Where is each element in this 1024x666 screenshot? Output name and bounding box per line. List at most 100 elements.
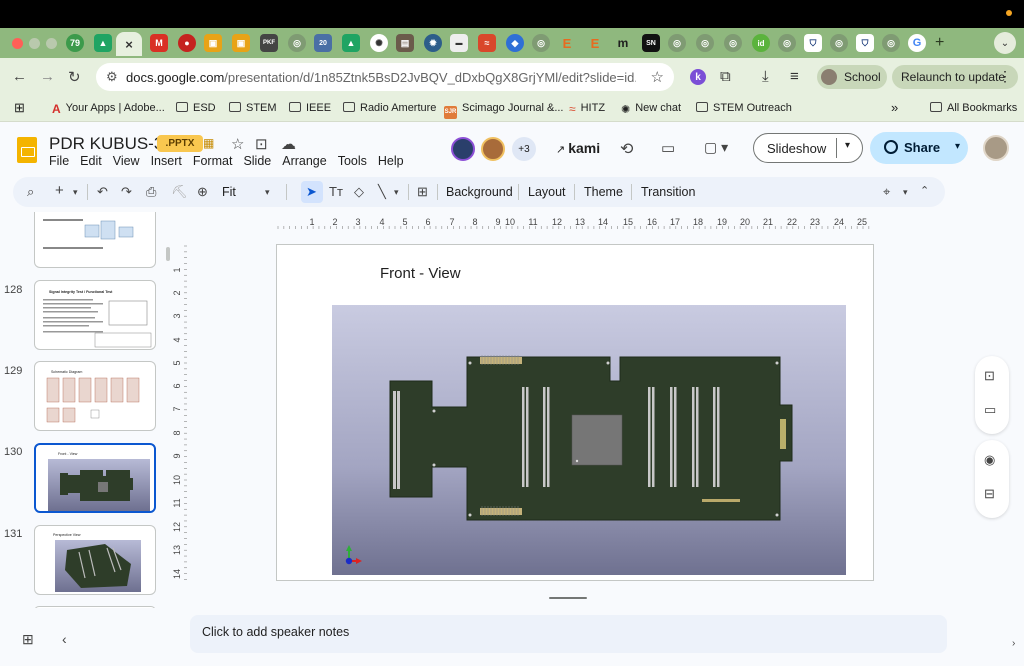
background-button[interactable]: Background — [446, 185, 513, 199]
tab-chatgpt-icon[interactable]: ✺ — [370, 34, 388, 52]
minimize-window-icon[interactable] — [29, 38, 40, 49]
tab-favicon-79[interactable]: 79 — [66, 34, 84, 52]
notes-resize-handle[interactable] — [549, 597, 587, 599]
slide-title[interactable]: Front - View — [380, 265, 461, 282]
horizontal-ruler[interactable]: 1 2 3 4 5 6 7 8 9 10 11 12 13 14 15 16 1… — [276, 214, 874, 230]
comments-icon[interactable]: ▭ — [661, 139, 675, 157]
tab-gear-icon[interactable]: ✹ — [424, 34, 442, 52]
menu-insert[interactable]: Insert — [151, 154, 182, 168]
tab-m-icon[interactable]: m — [614, 34, 632, 52]
more-collaborators[interactable]: +3 — [512, 137, 536, 161]
new-tab-button[interactable]: + — [935, 34, 944, 52]
media-control-icon[interactable]: ≡ — [790, 68, 799, 85]
slide-thumbnail[interactable]: Perspective View — [34, 525, 156, 595]
apps-grid-icon[interactable]: ⊞ — [14, 100, 25, 116]
collapse-filmstrip-icon[interactable]: ‹ — [62, 631, 67, 647]
site-info-icon[interactable]: ⚙ — [106, 69, 118, 85]
back-icon[interactable]: ← — [12, 68, 27, 85]
pcb-render-image[interactable] — [332, 305, 846, 575]
star-icon[interactable]: ☆ — [231, 135, 244, 153]
slide-thumbnail[interactable]: Schematic Diagram — [34, 361, 156, 431]
menu-view[interactable]: View — [113, 154, 140, 168]
menu-format[interactable]: Format — [193, 154, 233, 168]
tab-hitz-icon[interactable]: ≈ — [478, 34, 496, 52]
tab-shield-icon[interactable]: ⛉ — [804, 34, 822, 52]
bookmark-stem-outreach[interactable]: STEM Outreach — [696, 102, 792, 114]
undo-icon[interactable]: ↶ — [97, 184, 108, 200]
tab-sn-icon[interactable]: SN — [642, 34, 660, 52]
menu-arrange[interactable]: Arrange — [282, 154, 326, 168]
grid-view-icon[interactable]: ⊞ — [22, 631, 34, 648]
tab-search-icon[interactable]: ⌄ — [994, 32, 1016, 54]
tab-close-active[interactable]: × — [116, 32, 142, 56]
tab-globe-icon-3[interactable]: ◎ — [668, 34, 686, 52]
chevron-down-icon[interactable]: ▾ — [845, 140, 850, 151]
tab-globe-icon-7[interactable]: ◎ — [830, 34, 848, 52]
layout-button[interactable]: Layout — [528, 185, 566, 199]
slide-thumbnail[interactable] — [34, 606, 156, 608]
kebab-menu-icon[interactable]: ⋮ — [998, 68, 1012, 85]
collaborator-avatar-2[interactable] — [481, 137, 505, 161]
select-cursor-icon[interactable]: ➤ — [306, 184, 317, 200]
bookmark-new-chat[interactable]: ✺ New chat — [621, 102, 681, 116]
tab-drive-icon[interactable]: ▲ — [94, 34, 112, 52]
maximize-window-icon[interactable] — [46, 38, 57, 49]
forward-icon[interactable]: → — [40, 68, 55, 85]
url-text[interactable]: docs.google.com/presentation/d/1n85Ztnk5… — [126, 70, 636, 85]
editing-mode-dropdown-icon[interactable]: ▾ — [903, 187, 908, 198]
slides-logo-icon[interactable] — [17, 137, 37, 163]
redo-icon[interactable]: ↷ — [121, 184, 132, 200]
paint-format-icon[interactable]: ⛏ — [171, 184, 188, 200]
bookmark-star-icon[interactable]: ☆ — [651, 68, 664, 86]
address-bar[interactable]: ⚙ docs.google.com/presentation/d/1n85Ztn… — [96, 63, 674, 91]
bookmarks-more[interactable]: » — [891, 100, 898, 115]
slideshow-button[interactable]: Slideshow ▾ — [753, 133, 863, 163]
zoom-select[interactable]: Fit — [222, 185, 236, 199]
account-avatar[interactable] — [983, 135, 1009, 161]
tab-globe-icon[interactable]: ◎ — [288, 34, 306, 52]
meet-camera-icon[interactable]: ▢ ▾ — [704, 139, 728, 156]
bookmark-adobe[interactable]: A Your Apps | Adobe... — [52, 102, 165, 116]
filmstrip-resize-handle[interactable] — [166, 247, 170, 261]
slide-thumbnail[interactable] — [34, 212, 156, 268]
tab-doc-icon[interactable]: ▤ — [396, 34, 414, 52]
tab-globe-icon-6[interactable]: ◎ — [778, 34, 796, 52]
line-icon[interactable]: ╲ — [378, 184, 386, 200]
bookmark-radio-amerture[interactable]: Radio Amerture — [343, 102, 436, 114]
kami-button[interactable]: ↗ kami — [556, 140, 600, 156]
tab-slides-icon[interactable]: ▣ — [204, 34, 222, 52]
tab-pkf-icon[interactable]: PKF — [260, 34, 278, 52]
record-icon[interactable]: ◉ — [984, 452, 995, 468]
tab-drive-icon-2[interactable]: ▲ — [342, 34, 360, 52]
kami-extension-icon[interactable]: k — [690, 69, 706, 85]
zoom-dropdown-icon[interactable]: ▾ — [265, 187, 270, 198]
speaker-notes[interactable]: Click to add speaker notes — [190, 615, 947, 653]
line-dropdown-icon[interactable]: ▾ — [394, 187, 399, 198]
insert-comment-icon[interactable]: ⊞ — [417, 184, 428, 200]
vertical-ruler[interactable]: 1 2 3 4 5 6 7 8 9 10 11 12 13 14 — [172, 244, 188, 582]
drive-folder-icon[interactable]: ▭ — [984, 402, 996, 418]
bookmark-scimago[interactable]: SJR Scimago Journal &... — [444, 102, 564, 119]
tab-google-icon[interactable]: G — [908, 34, 926, 52]
search-menus-icon[interactable]: ⌕ — [27, 184, 34, 200]
print-icon[interactable]: ⎙ — [146, 184, 156, 200]
tab-pdf-icon[interactable]: ▬ — [450, 34, 468, 52]
tab-globe-icon-5[interactable]: ◎ — [724, 34, 742, 52]
tab-id-icon[interactable]: id — [752, 34, 770, 52]
version-history-icon[interactable]: ⟲ — [620, 139, 633, 159]
relaunch-button[interactable]: Relaunch to update ⋮ — [892, 65, 1018, 89]
text-box-icon[interactable]: Tт — [329, 184, 343, 199]
close-window-icon[interactable] — [12, 38, 23, 49]
collapse-toolbar-icon[interactable]: ⌃ — [920, 184, 929, 197]
menu-tools[interactable]: Tools — [338, 154, 367, 168]
share-button[interactable]: Share ▾ — [870, 132, 968, 164]
cloud-saved-icon[interactable]: ☁ — [281, 135, 296, 153]
slide-thumbnail-selected[interactable]: Front - View — [34, 443, 156, 513]
tab-record-icon[interactable]: ● — [178, 34, 196, 52]
extensions-puzzle-icon[interactable]: ⧉ — [720, 68, 731, 85]
bookmark-ieee[interactable]: IEEE — [289, 102, 331, 114]
new-slide-dropdown-icon[interactable]: ▾ — [73, 187, 78, 198]
all-bookmarks[interactable]: All Bookmarks — [930, 102, 1017, 114]
tab-globe-icon-2[interactable]: ◎ — [532, 34, 550, 52]
zoom-icon[interactable]: ⊕ — [197, 184, 208, 200]
